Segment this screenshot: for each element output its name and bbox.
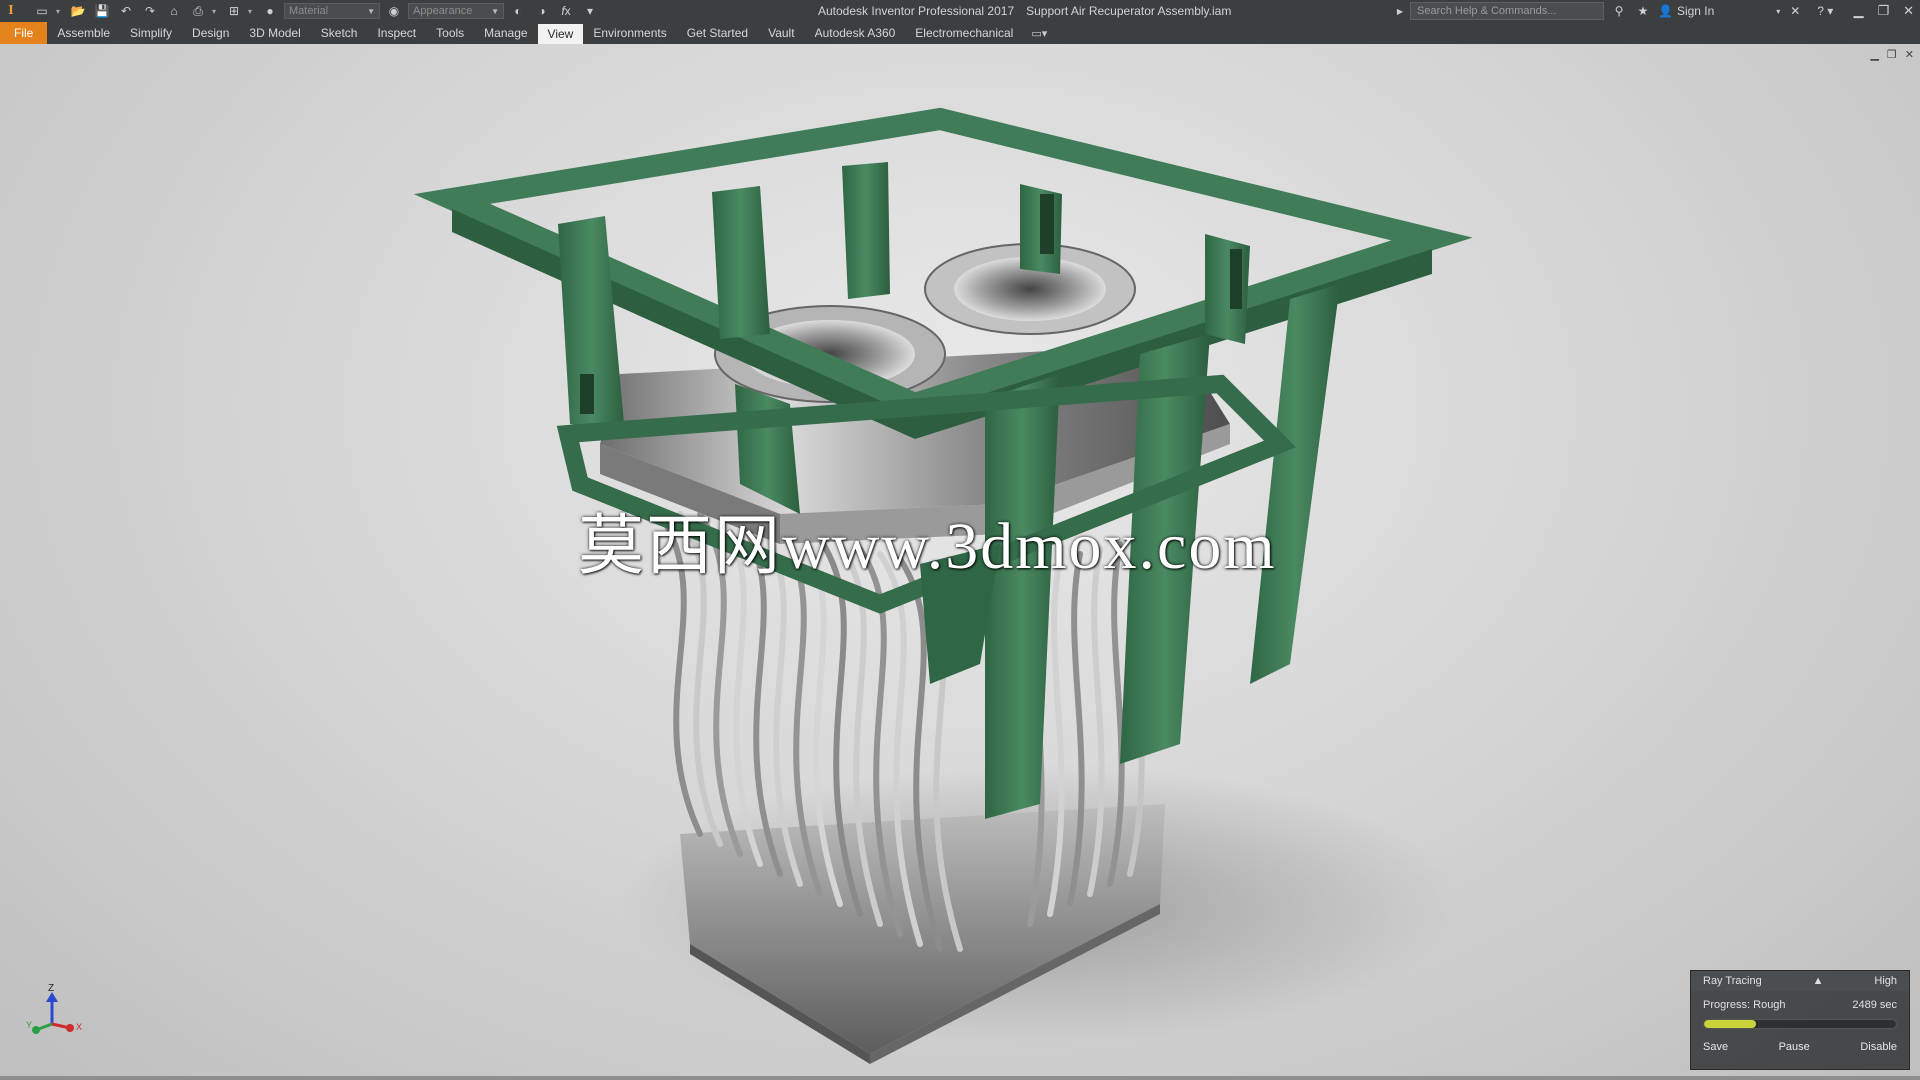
new-file-dropdown-icon[interactable]: ▾ bbox=[56, 7, 64, 16]
print-dropdown-icon[interactable]: ▾ bbox=[212, 7, 220, 16]
new-file-icon[interactable]: ▭ bbox=[32, 2, 52, 20]
select-dropdown-icon[interactable]: ▾ bbox=[248, 7, 256, 16]
user-icon: 👤 bbox=[1658, 4, 1673, 18]
close-icon[interactable]: ✕ bbox=[1903, 3, 1914, 19]
document-title: Support Air Recuperator Assembly.iam bbox=[1026, 4, 1232, 18]
elapsed-time: 2489 sec bbox=[1852, 999, 1897, 1011]
exchange-apps-icon[interactable]: ✕ bbox=[1786, 4, 1804, 18]
tab-electromechanical[interactable]: Electromechanical bbox=[905, 22, 1023, 44]
tab-get-started[interactable]: Get Started bbox=[677, 22, 758, 44]
tab-inspect[interactable]: Inspect bbox=[367, 22, 426, 44]
ray-tracing-progress-row: Progress: Rough 2489 sec bbox=[1691, 991, 1909, 1011]
pause-button[interactable]: Pause bbox=[1779, 1041, 1810, 1053]
window-controls: ▁ ❐ ✕ bbox=[1853, 0, 1914, 22]
restore-icon[interactable]: ❐ bbox=[1877, 3, 1889, 19]
undo-icon[interactable]: ↶ bbox=[116, 2, 136, 20]
x-axis-tip bbox=[66, 1024, 74, 1032]
material-combo[interactable]: Material ▼ bbox=[284, 3, 380, 19]
ray-tracing-header[interactable]: Ray Tracing ▲ High bbox=[1691, 971, 1909, 991]
material-combo-value: Material bbox=[289, 5, 329, 17]
status-strip bbox=[0, 1076, 1920, 1080]
clear-appearance-icon[interactable]: ◑ bbox=[532, 2, 552, 20]
sign-in-dropdown-icon[interactable]: ▾ bbox=[1720, 7, 1780, 16]
tab-design[interactable]: Design bbox=[182, 22, 239, 44]
tab-manage[interactable]: Manage bbox=[474, 22, 537, 44]
x-axis-label: X bbox=[76, 1022, 82, 1032]
ribbon-tabs: File Assemble Simplify Design 3D Model S… bbox=[0, 22, 1920, 44]
disable-button[interactable]: Disable bbox=[1860, 1041, 1897, 1053]
window-title: Autodesk Inventor Professional 2017 Suppo… bbox=[818, 0, 1231, 22]
title-bar: I ▭ ▾ 📂 💾 ↶ ↷ ⌂ ⎙ ▾ ⊞ ▾ ● Material ▼ ◉ A… bbox=[0, 0, 1920, 22]
adjust-icon[interactable]: ◐ bbox=[508, 2, 528, 20]
tab-vault[interactable]: Vault bbox=[758, 22, 804, 44]
tab-view[interactable]: View bbox=[537, 24, 584, 44]
ribbon-display-options-icon[interactable]: ▭▾ bbox=[1031, 27, 1047, 40]
tab-3d-model[interactable]: 3D Model bbox=[239, 22, 310, 44]
tab-assemble[interactable]: Assemble bbox=[47, 22, 120, 44]
tab-autodesk-a360[interactable]: Autodesk A360 bbox=[805, 22, 906, 44]
app-title: Autodesk Inventor Professional 2017 bbox=[818, 4, 1015, 18]
ray-tracing-quality[interactable]: High bbox=[1874, 975, 1897, 987]
save-button[interactable]: Save bbox=[1703, 1041, 1728, 1053]
tab-environments[interactable]: Environments bbox=[583, 22, 676, 44]
y-axis-label: Y bbox=[26, 1020, 32, 1030]
search-area: ▶ Search Help & Commands... ⚲ ★ 👤 Sign I… bbox=[1396, 2, 1840, 20]
y-axis-tip bbox=[32, 1026, 40, 1034]
fx-parameters-icon[interactable]: fx bbox=[556, 2, 576, 20]
tab-sketch[interactable]: Sketch bbox=[311, 22, 368, 44]
z-axis-label: Z bbox=[48, 984, 54, 994]
collapse-up-icon[interactable]: ▲ bbox=[1813, 975, 1824, 987]
appearance-combo-value: Appearance bbox=[413, 5, 473, 17]
select-icon[interactable]: ⊞ bbox=[224, 2, 244, 20]
ray-tracing-title: Ray Tracing bbox=[1703, 975, 1762, 987]
open-folder-icon[interactable]: 📂 bbox=[68, 2, 88, 20]
help-icon[interactable]: ? ▾ bbox=[1810, 4, 1840, 18]
tab-simplify[interactable]: Simplify bbox=[120, 22, 182, 44]
search-input[interactable]: Search Help & Commands... bbox=[1410, 2, 1604, 20]
tab-file[interactable]: File bbox=[0, 22, 48, 44]
chevron-down-icon: ▼ bbox=[367, 6, 375, 16]
watermark-text: 莫西网www.3dmox.com bbox=[578, 510, 1277, 583]
sign-in-button[interactable]: 👤 Sign In bbox=[1658, 4, 1714, 18]
sign-in-label: Sign In bbox=[1676, 4, 1715, 18]
appearance-combo[interactable]: Appearance ▼ bbox=[408, 3, 504, 19]
minimize-icon[interactable]: ▁ bbox=[1853, 3, 1863, 19]
favorites-star-icon[interactable]: ★ bbox=[1634, 4, 1652, 18]
axis-triad[interactable]: Z Y X bbox=[26, 984, 86, 1044]
search-expand-icon[interactable]: ▶ bbox=[1396, 7, 1404, 16]
tab-tools[interactable]: Tools bbox=[426, 22, 474, 44]
binoculars-icon[interactable]: ⚲ bbox=[1610, 4, 1628, 18]
appearance-icon[interactable]: ◉ bbox=[384, 2, 404, 20]
save-icon[interactable]: 💾 bbox=[92, 2, 112, 20]
progress-label: Progress: Rough bbox=[1703, 999, 1786, 1011]
progress-bar bbox=[1703, 1019, 1897, 1029]
customize-qat-icon[interactable]: ▾ bbox=[580, 2, 600, 20]
ray-tracing-panel: Ray Tracing ▲ High Progress: Rough 2489 … bbox=[1690, 970, 1910, 1070]
progress-bar-fill bbox=[1704, 1020, 1756, 1028]
home-icon[interactable]: ⌂ bbox=[164, 2, 184, 20]
app-logo[interactable]: I bbox=[0, 0, 22, 22]
ray-tracing-actions: Save Pause Disable bbox=[1691, 1029, 1909, 1053]
redo-icon[interactable]: ↷ bbox=[140, 2, 160, 20]
graphics-viewport[interactable]: ▁ ❐ ✕ 莫西网www.3dmox.com Z Y X Ray Tracing… bbox=[0, 44, 1920, 1080]
print-icon[interactable]: ⎙ bbox=[188, 2, 208, 20]
chevron-down-icon: ▼ bbox=[491, 6, 499, 16]
quick-access-toolbar: ▭ ▾ 📂 💾 ↶ ↷ ⌂ ⎙ ▾ ⊞ ▾ ● Material ▼ ◉ App… bbox=[22, 0, 600, 22]
material-icon[interactable]: ● bbox=[260, 2, 280, 20]
